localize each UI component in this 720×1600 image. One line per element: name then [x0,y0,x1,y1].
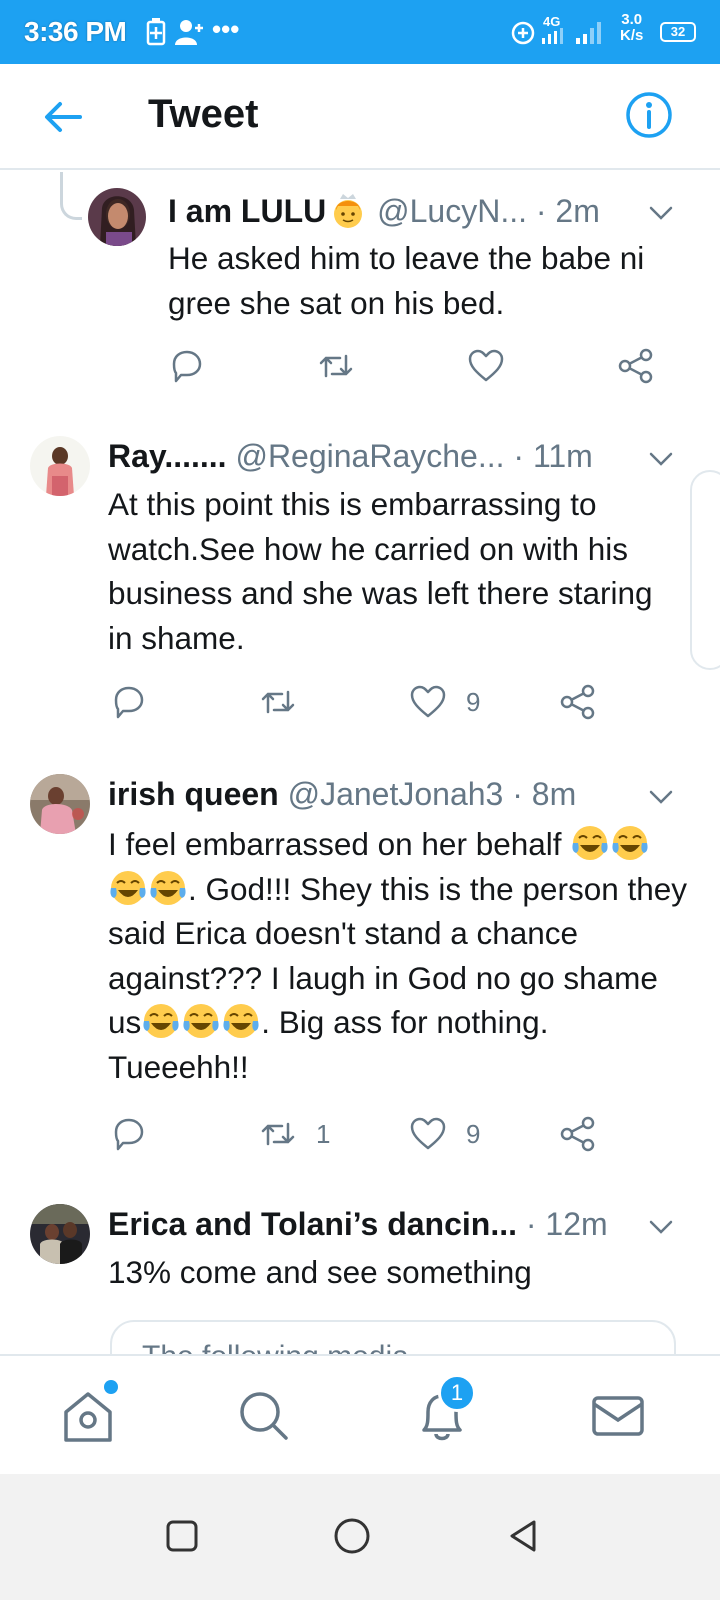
tweet-actions: 9 [0,680,720,724]
author-name[interactable]: irish queen [108,776,279,812]
avatar[interactable] [88,188,146,246]
share-button[interactable] [616,344,656,388]
reply-button[interactable] [166,344,206,388]
back-arrow-icon[interactable] [40,94,86,140]
heart-icon [410,685,446,718]
tweet-time: · 8m [512,776,577,812]
reply-icon [114,1118,144,1151]
avatar[interactable] [30,436,90,496]
avatar[interactable] [30,774,90,834]
author-handle[interactable]: @JanetJonah3 [288,776,504,812]
reply-button[interactable] [108,1112,148,1156]
tweet-text: 13% come and see something [108,1254,532,1290]
battery-indicator: 32 [660,22,696,42]
home-new-indicator [104,1380,118,1394]
signal-icon-2 [576,22,601,44]
tears-of-joy-emoji-icon [143,1004,179,1038]
system-navigation-bar [0,1474,720,1600]
like-button[interactable]: 9 [408,1112,480,1156]
add-contact-icon [175,20,203,45]
home-circle-icon[interactable] [332,1516,372,1556]
retweet-icon [261,690,295,714]
status-bar: 3:36 PM ••• 4G 3.0 K/s 32 [0,0,720,64]
tweet-feed[interactable]: I am LULU @LucyN... · 2m He asked him to… [0,172,720,1380]
network-type: 4G [543,14,561,29]
tears-of-joy-emoji-icon [223,1004,259,1038]
share-button[interactable] [558,1112,598,1156]
like-count: 9 [466,1118,481,1149]
network-speed: 3.0 K/s [620,11,644,44]
notification-badge: 1 [438,1374,476,1412]
scroll-handle[interactable] [690,470,720,670]
retweet-button[interactable] [258,680,298,724]
share-icon [560,1116,595,1152]
share-button[interactable] [558,680,598,724]
tears-of-joy-emoji-icon [572,826,608,860]
tweet-time: · 12m [525,1206,608,1242]
app-bar: Tweet [0,64,720,170]
bottom-navigation: 1 [0,1354,720,1474]
status-time: 3:36 PM [24,16,127,47]
thread-connector [60,172,82,220]
share-icon [618,348,653,384]
retweet-count: 1 [316,1118,331,1149]
more-notifications-indicator: ••• [212,14,240,44]
data-saver-icon [511,21,535,45]
retweet-icon [319,354,353,378]
tweet-text: I feel embarrassed on her behalf . God!!… [108,822,688,1089]
tears-of-joy-emoji-icon [110,870,146,905]
back-triangle-icon[interactable] [504,1516,544,1556]
search-icon[interactable] [232,1384,296,1448]
tweet-header: I am LULU @LucyN... · 2m [168,190,600,231]
author-handle[interactable]: @ReginaRayche... [235,438,504,474]
author-name[interactable]: Ray....... [108,438,227,474]
author-handle[interactable]: @LucyN... [377,193,527,229]
messages-envelope-icon[interactable] [586,1384,650,1448]
signal-icon-1 [542,28,563,44]
tweet-time: · 11m [513,438,593,474]
tweet-header: Ray....... @ReginaRayche... · 11m [108,436,593,476]
retweet-button[interactable] [316,344,356,388]
tears-of-joy-emoji-icon [183,1004,219,1038]
retweet-button[interactable]: 1 [258,1112,330,1156]
tweet-actions [0,344,720,388]
retweet-icon [261,1122,295,1146]
heart-icon [410,1117,446,1150]
chevron-down-icon[interactable] [646,782,676,812]
reply-icon [172,350,202,383]
tweet-actions: 1 9 [0,1112,720,1156]
reply-icon [114,686,144,719]
share-icon [560,684,595,720]
page-title: Tweet [148,92,259,136]
tweet-header: Erica and Tolani’s dancin... · 12m [108,1204,608,1244]
recent-apps-square-icon[interactable] [162,1516,202,1556]
author-name[interactable]: I am LULU [168,193,326,229]
princess-emoji-icon [334,194,363,228]
heart-icon [468,349,504,382]
author-name[interactable]: Erica and Tolani’s dancin... [108,1206,517,1242]
like-count: 9 [466,686,481,717]
chevron-down-icon[interactable] [646,1212,676,1242]
tweet-text: He asked him to leave the babe ni gree s… [168,240,645,321]
like-button[interactable] [466,344,506,388]
reply-button[interactable] [108,680,148,724]
tweet-time: · 2m [535,193,600,229]
tweet-text: At this point this is embarrassing to wa… [108,486,653,656]
avatar[interactable] [30,1204,90,1264]
info-icon[interactable] [624,90,674,140]
like-button[interactable]: 9 [408,680,480,724]
tweet-header: irish queen @JanetJonah3 · 8m [108,774,576,814]
battery-saver-icon [146,18,166,46]
tears-of-joy-emoji-icon [150,870,186,905]
chevron-down-icon[interactable] [646,444,676,474]
tears-of-joy-emoji-icon [612,826,648,860]
chevron-down-icon[interactable] [646,198,676,228]
